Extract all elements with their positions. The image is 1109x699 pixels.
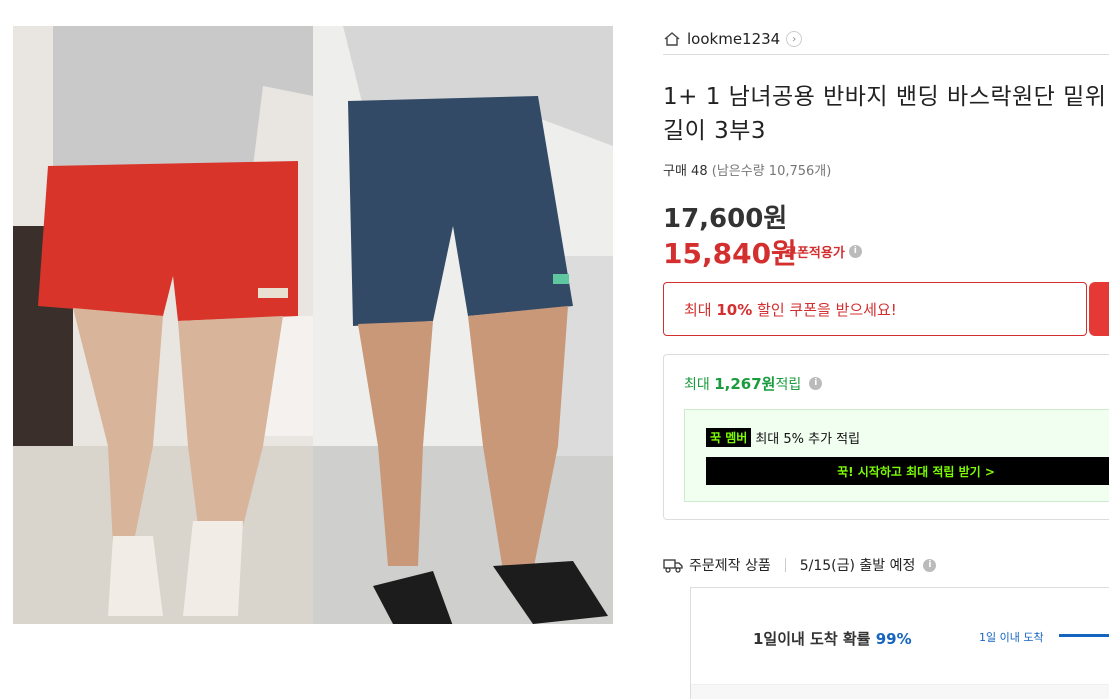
arrival-bar xyxy=(1059,634,1109,637)
member-cta-button[interactable]: 꾹! 시작하고 최대 적립 받기 > xyxy=(706,457,1109,485)
truck-icon xyxy=(663,559,683,573)
purchase-count: 구매 48 (남은수량 10,756개) xyxy=(663,160,831,179)
arrival-prefix: 1일이내 도착 확률 xyxy=(753,630,876,648)
member-badge: 꾹 멤버 xyxy=(706,428,752,447)
coupon-percent: 10% xyxy=(716,300,753,319)
coupon-suffix: 할인 쿠폰을 받으세요! xyxy=(752,300,897,319)
member-text: 최대 5% 추가 적립 xyxy=(755,432,861,447)
coupon-text: 최대 10% 할인 쿠폰을 받으세요! xyxy=(684,299,897,320)
store-name[interactable]: lookme1234 xyxy=(687,30,780,48)
chevron-right-icon[interactable]: › xyxy=(786,31,803,47)
arrival-label: 1일 이내 도착 xyxy=(979,631,1044,644)
reward-amount: 1,267원 xyxy=(714,375,776,393)
arrival-percent: 99% xyxy=(875,630,912,648)
coupon-banner[interactable]: 최대 10% 할인 쿠폰을 받으세요! xyxy=(663,282,1087,336)
product-image[interactable] xyxy=(13,26,613,624)
reward-text: 최대 1,267원 적립 i xyxy=(684,373,823,394)
arrival-probability: 1일이내 도착 확률 99% xyxy=(753,628,912,649)
reward-prefix: 최대 xyxy=(684,376,710,393)
shipping-row: 주문제작 상품 5/15(금) 출발 예정 i xyxy=(663,555,937,575)
sale-price: 15,840원 xyxy=(663,237,797,270)
arrival-footer xyxy=(691,684,1109,699)
coupon-download-button[interactable] xyxy=(1089,282,1109,336)
home-icon xyxy=(664,32,680,46)
info-icon[interactable]: i xyxy=(809,377,823,390)
coupon-prefix: 최대 xyxy=(684,300,717,319)
member-row: 꾹 멤버 최대 5% 추가 적립 xyxy=(706,428,860,447)
coupon-applicable-text: 쿠폰적용가 xyxy=(785,246,845,261)
reward-box: 최대 1,267원 적립 i 꾹 멤버 최대 5% 추가 적립 꾹! 시작하고 … xyxy=(663,354,1109,520)
shipping-date: 5/15(금) 출발 예정 xyxy=(799,558,916,574)
coupon-applicable-label: 쿠폰적용가 i xyxy=(785,242,862,261)
info-icon[interactable]: i xyxy=(848,245,862,258)
original-price: 17,600원 xyxy=(663,204,788,234)
stock-label: (남은수량 10,756개) xyxy=(711,164,832,179)
info-icon[interactable]: i xyxy=(923,558,937,572)
divider xyxy=(784,558,786,572)
member-box: 꾹 멤버 최대 5% 추가 적립 꾹! 시작하고 최대 적립 받기 > xyxy=(684,409,1109,502)
product-title: 1+ 1 남녀공용 반바지 밴딩 바스락원단 밑위길이 3부3 xyxy=(663,84,1107,144)
shipping-type: 주문제작 상품 xyxy=(689,558,771,574)
reward-suffix: 적립 xyxy=(775,376,802,393)
arrival-box: 1일이내 도착 확률 99% 1일 이내 도착 xyxy=(690,587,1109,699)
store-row[interactable]: lookme1234 › xyxy=(663,24,1109,55)
product-info-panel: lookme1234 › 1+ 1 남녀공용 반바지 밴딩 바스락원단 밑위길이… xyxy=(663,0,1109,699)
purchase-label: 구매 48 xyxy=(663,164,708,179)
